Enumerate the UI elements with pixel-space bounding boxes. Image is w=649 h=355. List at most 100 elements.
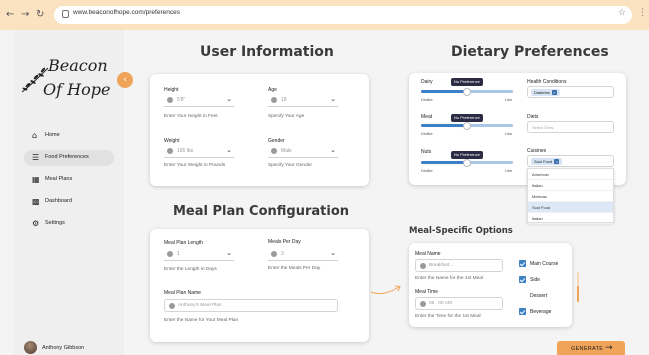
checkbox-label: Main Course bbox=[530, 261, 559, 267]
sidebar-item-home[interactable]: ⌂ Home bbox=[24, 128, 114, 144]
main-course-checkbox[interactable] bbox=[519, 260, 526, 267]
slider-fill bbox=[577, 285, 579, 302]
forward-arrow-icon[interactable]: → bbox=[21, 9, 29, 21]
meat-slider[interactable] bbox=[421, 121, 513, 130]
sidebar-item-settings[interactable]: ⚙ Settings bbox=[24, 216, 114, 232]
back-arrow-icon[interactable]: ← bbox=[6, 9, 14, 21]
field-label: Meal Time bbox=[415, 289, 439, 295]
meal-plan-name-input[interactable]: Anthony's Meal Plan bbox=[164, 299, 338, 312]
close-icon[interactable]: × bbox=[554, 159, 560, 164]
meal-plans-icon: ▦ bbox=[32, 175, 40, 184]
field-hint: Enter Your Weight in Pounds bbox=[164, 163, 226, 168]
reload-icon[interactable]: ↻ bbox=[36, 9, 44, 21]
cuisines-select[interactable]: Soul Food × bbox=[527, 155, 614, 167]
utensils-icon: ☰ bbox=[32, 153, 40, 162]
chevron-left-icon: ‹ bbox=[123, 75, 127, 85]
scale-icon bbox=[167, 148, 173, 154]
clock-icon bbox=[420, 301, 426, 307]
page-title: User Information bbox=[200, 44, 334, 60]
lock-icon bbox=[62, 10, 69, 18]
slider-max-label: Like bbox=[505, 97, 513, 102]
dropdown-option[interactable]: Italian bbox=[528, 213, 613, 224]
dessert-checkbox[interactable] bbox=[519, 292, 526, 299]
gear-icon: ⚙ bbox=[32, 219, 40, 228]
select-value: Male bbox=[281, 148, 292, 154]
dropdown-option[interactable]: Mexican bbox=[528, 191, 613, 202]
user-info-card bbox=[150, 74, 369, 186]
close-icon[interactable]: × bbox=[551, 90, 557, 95]
checkbox-label: Side bbox=[530, 277, 541, 283]
field-label: Height bbox=[164, 87, 179, 93]
slider-thumb[interactable] bbox=[463, 87, 471, 96]
gender-select[interactable]: Male ⌄ bbox=[268, 146, 338, 158]
calendar-icon bbox=[271, 97, 277, 103]
bookmark-star-icon[interactable]: ☆ bbox=[618, 8, 626, 18]
sidebar-item-label: Dashboard bbox=[45, 197, 72, 204]
slider-thumb[interactable] bbox=[463, 121, 471, 130]
field-label: Age bbox=[268, 87, 277, 93]
height-select[interactable]: 5'8" ⌄ bbox=[164, 95, 234, 107]
health-chip: Diabetes × bbox=[531, 89, 560, 96]
chevron-down-icon: ⌄ bbox=[330, 146, 336, 154]
select-value: 1 bbox=[177, 251, 180, 257]
beverage-checkbox[interactable] bbox=[519, 308, 526, 315]
section-title: Dietary Preferences bbox=[451, 44, 609, 60]
field-hint: Enter the Name for Your Meal Plan bbox=[164, 318, 239, 323]
field-hint: Specify Your Age bbox=[268, 114, 305, 119]
slider-value-bubble: No Preference bbox=[451, 151, 483, 159]
dashboard-icon: ▩ bbox=[32, 197, 40, 206]
diets-select[interactable]: Select Diets bbox=[527, 121, 614, 133]
calendar-icon bbox=[167, 251, 173, 257]
meal-name-input[interactable]: Breakfast... bbox=[415, 259, 503, 272]
collapse-sidebar-button[interactable]: ‹ bbox=[117, 72, 133, 88]
nuts-slider[interactable] bbox=[421, 158, 513, 167]
meals-per-day-select[interactable]: 3 ⌄ bbox=[268, 249, 338, 261]
slider-max-label: Like bbox=[505, 168, 513, 173]
meal-scroll-slider[interactable] bbox=[577, 272, 579, 302]
generate-button[interactable]: GENERATE → bbox=[557, 341, 625, 355]
field-label: Meal Name bbox=[415, 251, 441, 257]
chevron-down-icon: ⌄ bbox=[226, 249, 232, 257]
field-hint: Enter the Meals Per Day bbox=[268, 266, 321, 271]
sidebar-item-meal-plans[interactable]: ▦ Meal Plans bbox=[24, 172, 114, 188]
weight-select[interactable]: 165 lbs ⌄ bbox=[164, 146, 234, 158]
dairy-slider[interactable] bbox=[421, 87, 513, 96]
meal-plan-length-select[interactable]: 1 ⌄ bbox=[164, 249, 234, 261]
slider-label: Nuts bbox=[421, 149, 432, 155]
browser-menu-icon[interactable]: ⋮ bbox=[638, 8, 647, 18]
sidebar-item-food-preferences[interactable]: ☰ Food Preferences bbox=[24, 150, 114, 166]
avatar[interactable] bbox=[24, 341, 37, 354]
dropdown-option-selected[interactable]: Soul Food bbox=[528, 202, 613, 213]
sidebar-item-dashboard[interactable]: ▩ Dashboard bbox=[24, 194, 114, 210]
pencil-icon bbox=[169, 303, 175, 309]
dropdown-option[interactable]: Italian bbox=[528, 180, 613, 191]
health-conditions-select[interactable]: Diabetes × bbox=[527, 86, 614, 98]
plate-icon bbox=[271, 251, 277, 257]
slider-min-label: Dislike bbox=[421, 97, 433, 102]
meal-time-input[interactable]: 06 : 00 AM bbox=[415, 297, 503, 310]
field-label: Meal Plan Length bbox=[164, 240, 203, 246]
field-label: Meal Plan Name bbox=[164, 290, 201, 296]
section-title: Meal Plan Configuration bbox=[173, 204, 350, 219]
field-label: Cuisines bbox=[527, 148, 547, 154]
logo-text: Beacon bbox=[48, 56, 108, 75]
slider-thumb[interactable] bbox=[463, 158, 471, 167]
cuisine-chip: Soul Food × bbox=[531, 158, 563, 165]
chevron-down-icon: ⌄ bbox=[330, 95, 336, 103]
sidebar-item-label: Meal Plans bbox=[45, 175, 73, 182]
side-checkbox[interactable] bbox=[519, 276, 526, 283]
dropdown-option[interactable]: American bbox=[528, 169, 613, 180]
field-hint: Enter the Name for the 1st Meal bbox=[415, 276, 483, 281]
diets-placeholder: Select Diets bbox=[532, 125, 554, 130]
checkbox-label: Beverage bbox=[530, 309, 552, 315]
curved-arrow-icon bbox=[370, 285, 401, 295]
field-label: Meals Per Day bbox=[268, 239, 301, 245]
field-label: Health Conditions bbox=[527, 79, 567, 85]
slider-fill bbox=[421, 90, 467, 93]
age-select[interactable]: 18 ⌄ bbox=[268, 95, 338, 107]
field-hint: Enter Your Height in Feet bbox=[164, 114, 218, 119]
slider-min-label: Dislike bbox=[421, 131, 433, 136]
select-value: 165 lbs bbox=[177, 148, 194, 154]
button-label: GENERATE bbox=[571, 345, 604, 352]
section-title: Meal-Specific Options bbox=[409, 226, 513, 236]
